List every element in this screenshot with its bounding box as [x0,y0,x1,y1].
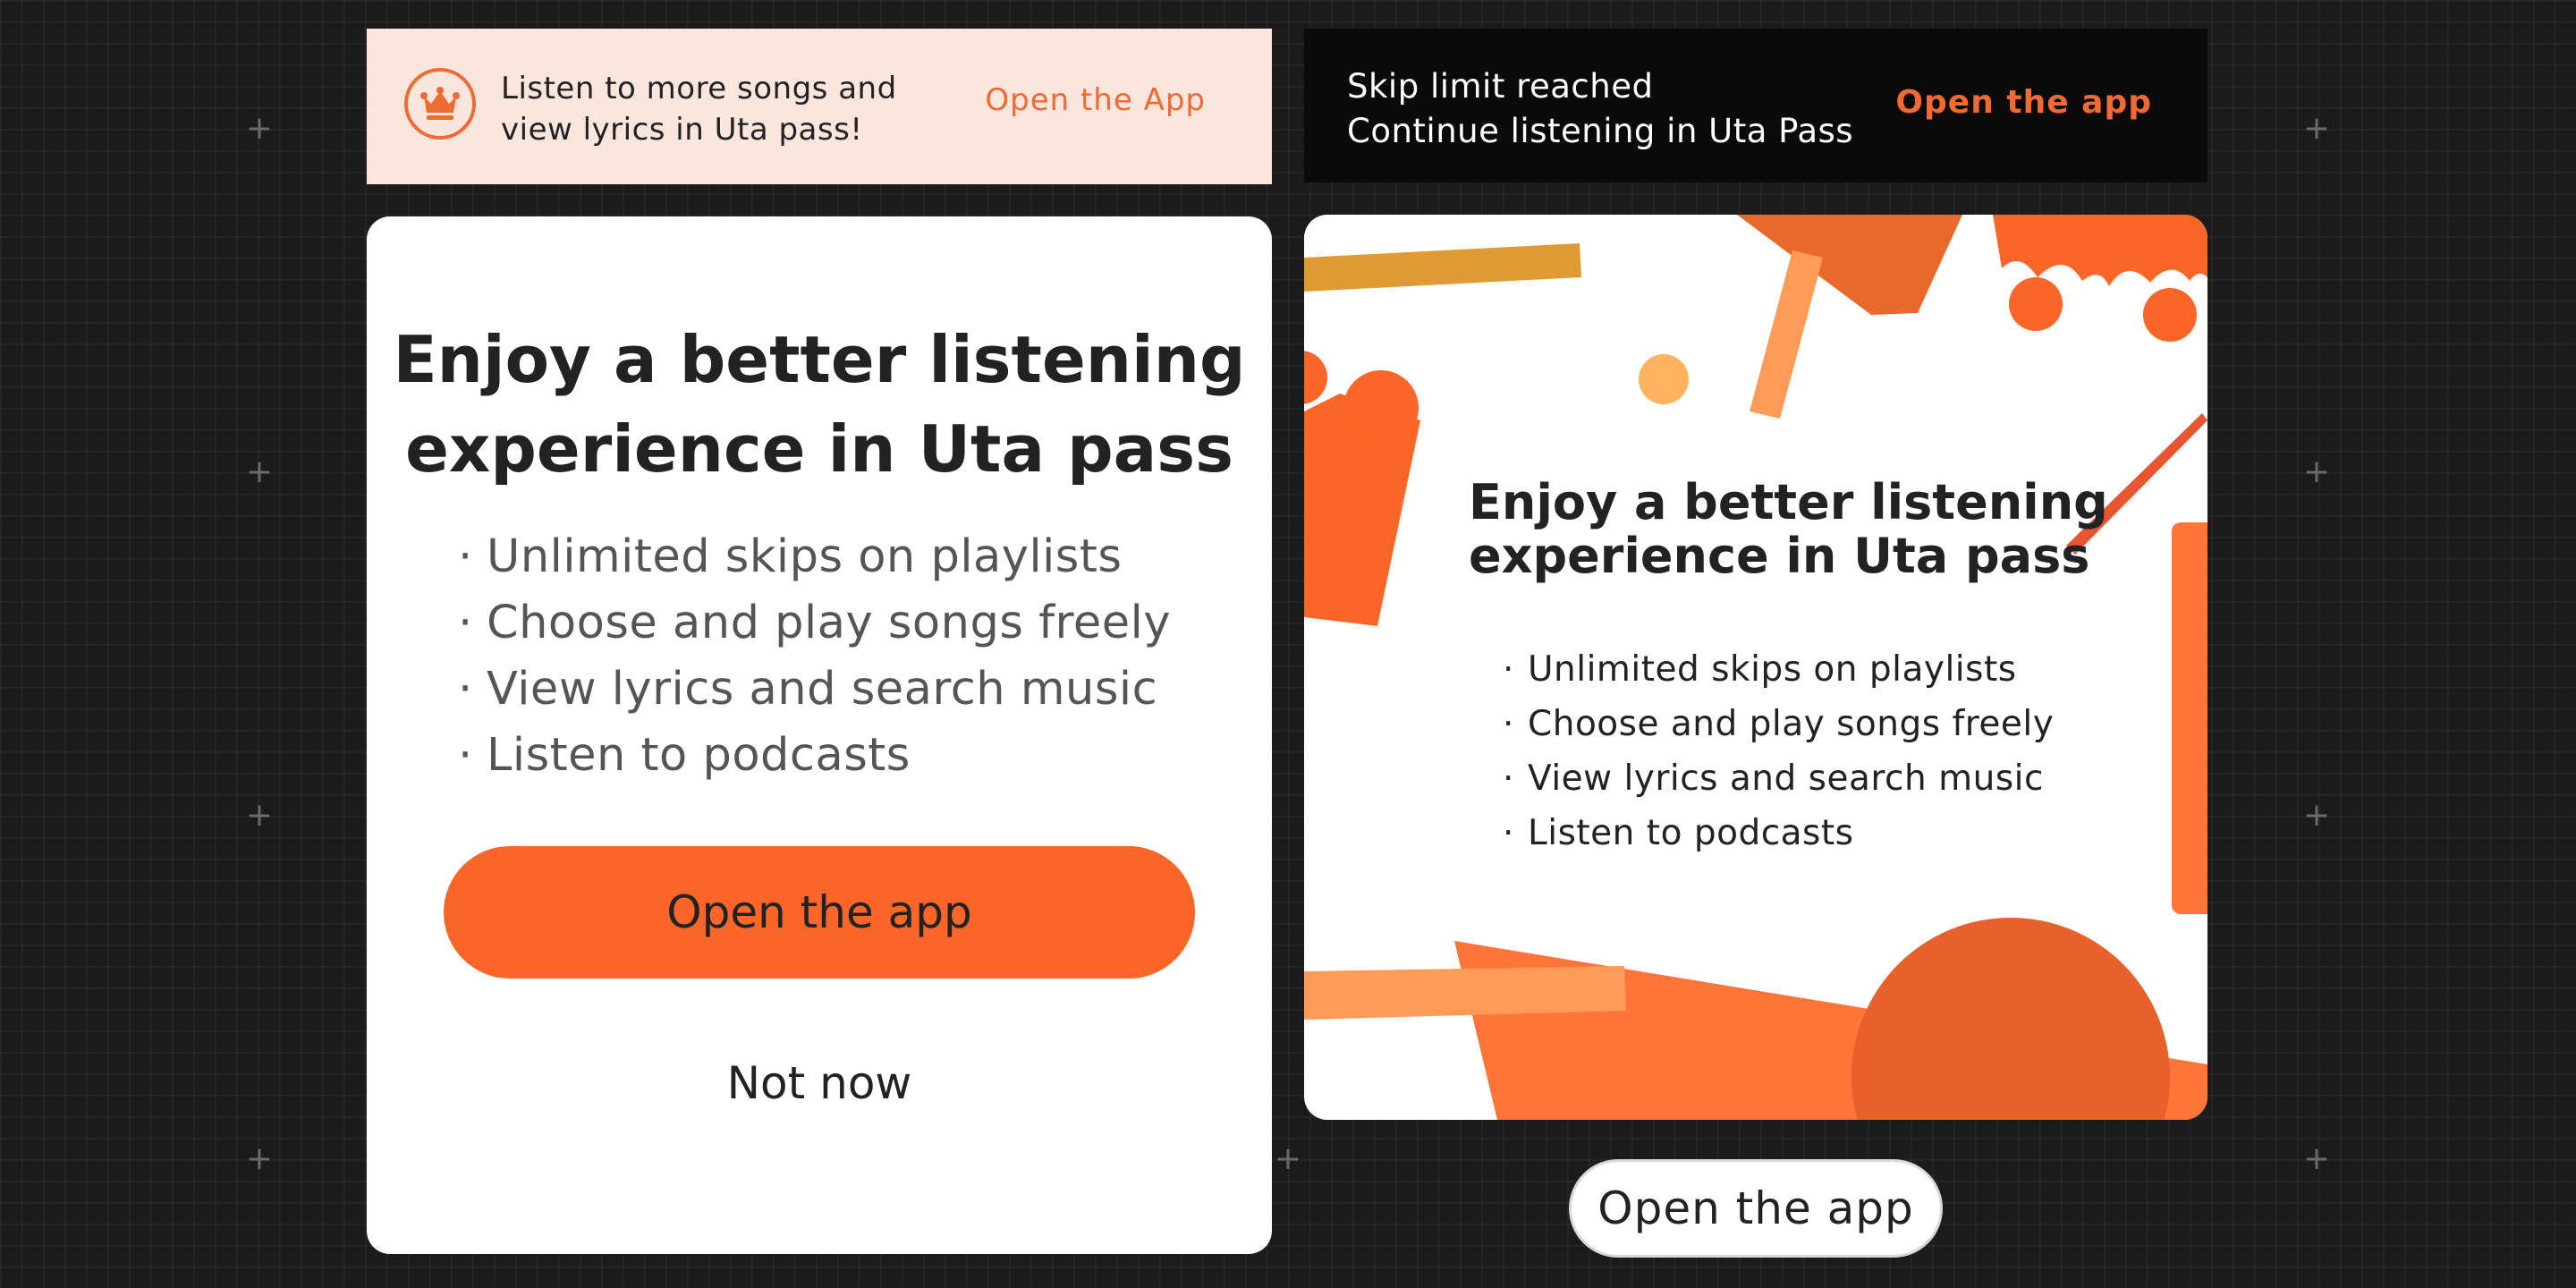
feature-item: · Choose and play songs freely [1503,704,2055,744]
feature-text: View lyrics and search music [1528,758,2044,799]
feature-text: Choose and play songs freely [487,597,1172,649]
dialog-title-line: Enjoy a better listening [1469,474,2108,530]
feature-item: · Listen to podcasts [1503,813,1854,853]
skip-limit-banner: Skip limit reached Continue listening in… [1304,29,2207,182]
upsell-illustrated-dialog: Enjoy a better listening experience in U… [1304,215,2207,1120]
feature-item: · View lyrics and search music [1503,758,2044,799]
grid-marker: + [245,1140,274,1177]
feature-item: · View lyrics and search music [458,663,1158,716]
grid-marker: + [245,110,274,147]
feature-text: Listen to podcasts [1528,813,1854,853]
feature-text: Choose and play songs freely [1528,704,2055,744]
banner-message-line: Listen to more songs and [501,71,897,106]
feature-item: · Choose and play songs freely [458,597,1172,649]
not-now-button[interactable]: Not now [367,1057,1272,1109]
dialog-title-line: Enjoy a better listening [393,322,1246,397]
open-app-link[interactable]: Open the App [985,82,1206,118]
upsell-dialog: Enjoy a better listening experience in U… [367,216,1272,1254]
feature-text: Listen to podcasts [487,729,911,782]
banner-message: Skip limit reached Continue listening in… [1347,64,1853,154]
open-app-link[interactable]: Open the app [1895,84,2152,121]
upsell-banner-light: Listen to more songs and view lyrics in … [367,29,1272,184]
feature-text: Unlimited skips on playlists [487,530,1123,583]
feature-item: · Unlimited skips on playlists [458,530,1123,583]
dialog-title: Enjoy a better listening experience in U… [1469,476,2108,583]
feature-item: · Unlimited skips on playlists [1503,649,2017,690]
grid-marker: + [1274,1140,1302,1177]
grid-marker: + [2302,1140,2331,1177]
open-app-button[interactable]: Open the app [1569,1159,1943,1258]
grid-marker: + [2302,797,2331,834]
grid-marker: + [2302,453,2331,490]
feature-text: Unlimited skips on playlists [1528,649,2017,690]
grid-marker: + [245,797,274,834]
open-app-button[interactable]: Open the app [444,846,1195,979]
dialog-title-line: experience in Uta pass [1469,528,2090,584]
feature-item: · Listen to podcasts [458,729,911,782]
crown-icon [404,68,476,140]
banner-message: Listen to more songs and view lyrics in … [501,68,930,150]
banner-message-line: Continue listening in Uta Pass [1347,112,1854,150]
banner-message-line: view lyrics in Uta pass! [501,112,863,148]
feature-text: View lyrics and search music [487,663,1158,716]
banner-message-line: Skip limit reached [1347,67,1654,106]
feature-list: · Unlimited skips on playlists · Choose an… [458,524,1171,789]
grid-marker: + [2302,110,2331,147]
dialog-title: Enjoy a better listening experience in U… [367,315,1272,494]
feature-list: · Unlimited skips on playlists · Choose an… [1503,642,2054,860]
dialog-title-line: experience in Uta pass [405,411,1233,487]
grid-marker: + [245,453,274,490]
